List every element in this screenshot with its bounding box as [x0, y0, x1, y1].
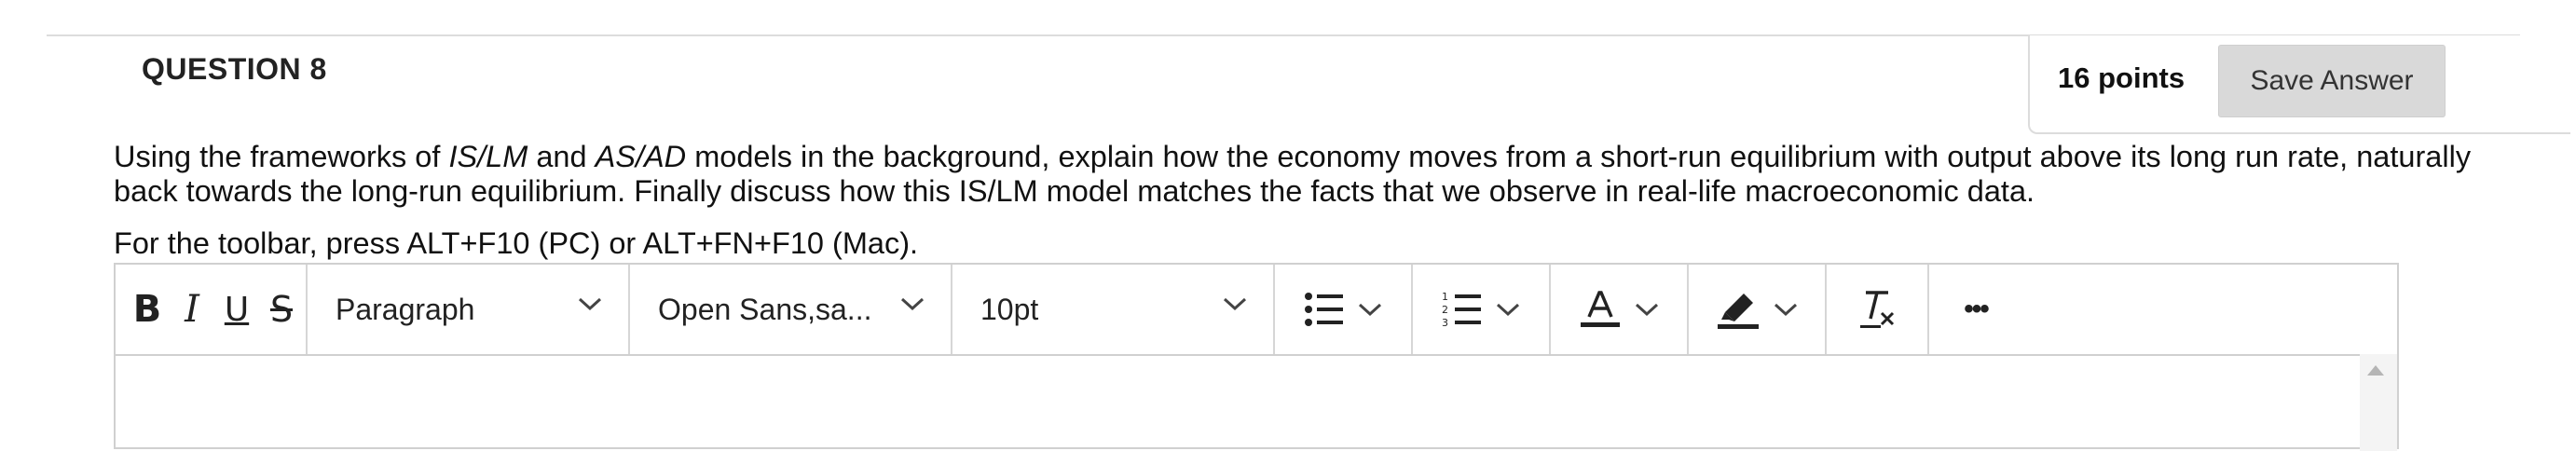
font-size-dropdown[interactable]: 10pt — [952, 265, 1275, 354]
question-text-part: and — [528, 140, 596, 173]
more-icon: ••• — [1964, 294, 1989, 324]
svg-text:1: 1 — [1442, 291, 1448, 303]
underline-button[interactable]: U — [214, 265, 259, 354]
clear-format-icon — [1860, 291, 1895, 328]
block-format-value: Paragraph — [336, 292, 475, 326]
italic-button[interactable]: I — [170, 265, 214, 354]
scroll-up-arrow-icon[interactable] — [2367, 365, 2384, 376]
chevron-down-icon — [1223, 297, 1247, 311]
question-text-part: AS/AD — [595, 140, 687, 173]
text-color-button[interactable] — [1551, 265, 1689, 354]
block-format-dropdown[interactable]: Paragraph — [308, 265, 630, 354]
numbered-list-button[interactable]: 1 2 3 — [1413, 265, 1551, 354]
text-color-icon — [1581, 291, 1620, 327]
question-title: QUESTION 8 — [142, 52, 327, 86]
format-button-group: B I U S — [116, 265, 308, 354]
font-family-dropdown[interactable]: Open Sans,sa... — [630, 265, 952, 354]
rich-text-editor: B I U S Paragraph Open Sans,sa... 10pt 1… — [114, 263, 2399, 451]
chevron-down-icon[interactable] — [1496, 302, 1520, 317]
save-answer-button[interactable]: Save Answer — [2218, 45, 2446, 117]
chevron-down-icon[interactable] — [1635, 302, 1659, 317]
clear-formatting-button[interactable] — [1827, 265, 1929, 354]
svg-text:2: 2 — [1442, 304, 1448, 316]
chevron-down-icon — [578, 297, 602, 311]
question-text-part: Using the frameworks of — [114, 140, 449, 173]
bullet-list-icon — [1305, 293, 1343, 326]
font-family-value: Open Sans,sa... — [658, 292, 872, 326]
numbered-list-icon: 1 2 3 — [1442, 291, 1481, 329]
svg-text:3: 3 — [1442, 317, 1448, 329]
question-text-part: IS/LM — [448, 140, 528, 173]
bullet-list-button[interactable] — [1275, 265, 1413, 354]
chevron-down-icon[interactable] — [1774, 302, 1798, 317]
highlight-color-button[interactable] — [1689, 265, 1827, 354]
editor-toolbar: B I U S Paragraph Open Sans,sa... 10pt 1… — [116, 265, 2397, 356]
question-text: Using the frameworks of IS/LM and AS/AD … — [114, 140, 2500, 209]
bold-button[interactable]: B — [125, 265, 170, 354]
strikethrough-button[interactable]: S — [259, 265, 304, 354]
font-size-value: 10pt — [980, 292, 1039, 326]
points-value: 16 points — [2058, 62, 2185, 94]
highlight-icon — [1718, 294, 1759, 329]
more-options-button[interactable]: ••• — [1929, 265, 2022, 354]
chevron-down-icon — [900, 297, 925, 311]
chevron-down-icon[interactable] — [1358, 302, 1382, 317]
toolbar-hint: For the toolbar, press ALT+F10 (PC) or A… — [114, 226, 919, 260]
